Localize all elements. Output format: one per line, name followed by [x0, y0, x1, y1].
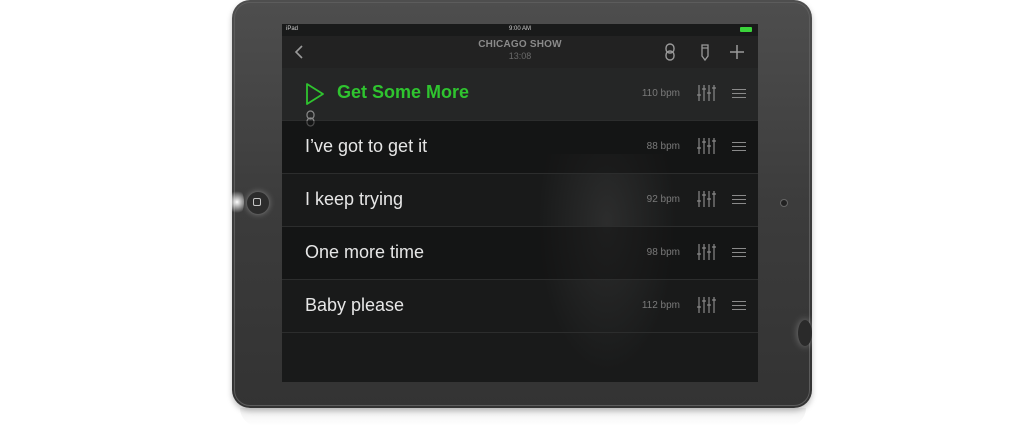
front-camera: [780, 199, 788, 207]
song-row[interactable]: One more time 98 bpm: [282, 227, 758, 280]
plus-icon[interactable]: [728, 42, 746, 62]
drag-handle-icon[interactable]: [732, 142, 746, 152]
drag-handle-icon[interactable]: [732, 89, 746, 99]
home-square-icon: [253, 198, 261, 206]
song-title: Baby please: [305, 295, 405, 315]
song-title: Get Some More: [337, 82, 470, 102]
song-bpm: 98 bpm: [646, 247, 680, 258]
song-row[interactable]: Baby please 112 bpm: [282, 280, 758, 333]
mixer-icon[interactable]: [696, 295, 716, 315]
song-bpm: 112 bpm: [641, 300, 680, 311]
song-row[interactable]: Get Some More 110 bpm: [282, 68, 758, 127]
nav-bar: CHICAGO SHOW 13:08: [282, 36, 758, 68]
link-icon[interactable]: [661, 42, 679, 62]
song-row[interactable]: I keep trying 92 bpm: [282, 174, 758, 227]
device-reflection: [240, 408, 806, 426]
song-title: I’ve got to get it: [305, 136, 428, 156]
home-button-glow: [230, 188, 244, 216]
setlist: Get Some More 110 bpm I’ve got to get it…: [282, 68, 758, 333]
side-button: [798, 320, 812, 346]
song-title: One more time: [305, 242, 425, 262]
song-bpm: 110 bpm: [641, 88, 680, 99]
home-button[interactable]: [246, 191, 270, 215]
status-time: 9:00 AM: [508, 26, 531, 32]
pencil-icon[interactable]: [696, 42, 714, 62]
drag-handle-icon[interactable]: [732, 301, 746, 311]
mixer-icon[interactable]: [696, 83, 716, 103]
drag-handle-icon[interactable]: [732, 248, 746, 258]
mixer-icon[interactable]: [696, 136, 716, 156]
battery-icon: [740, 27, 752, 32]
status-bar: iPad 9:00 AM: [282, 24, 758, 36]
app-screen: iPad 9:00 AM CHICAGO SHOW 13:08 Get Some…: [282, 24, 758, 382]
song-row[interactable]: I’ve got to get it 88 bpm: [282, 121, 758, 174]
song-title: I keep trying: [305, 189, 404, 209]
mixer-icon[interactable]: [696, 242, 716, 262]
total-duration: 13:08: [508, 51, 532, 61]
page-title: CHICAGO SHOW: [478, 39, 562, 50]
drag-handle-icon[interactable]: [732, 195, 746, 205]
mixer-icon[interactable]: [696, 189, 716, 209]
song-bpm: 88 bpm: [646, 141, 680, 152]
song-bpm: 92 bpm: [646, 194, 680, 205]
play-icon[interactable]: [304, 82, 326, 106]
